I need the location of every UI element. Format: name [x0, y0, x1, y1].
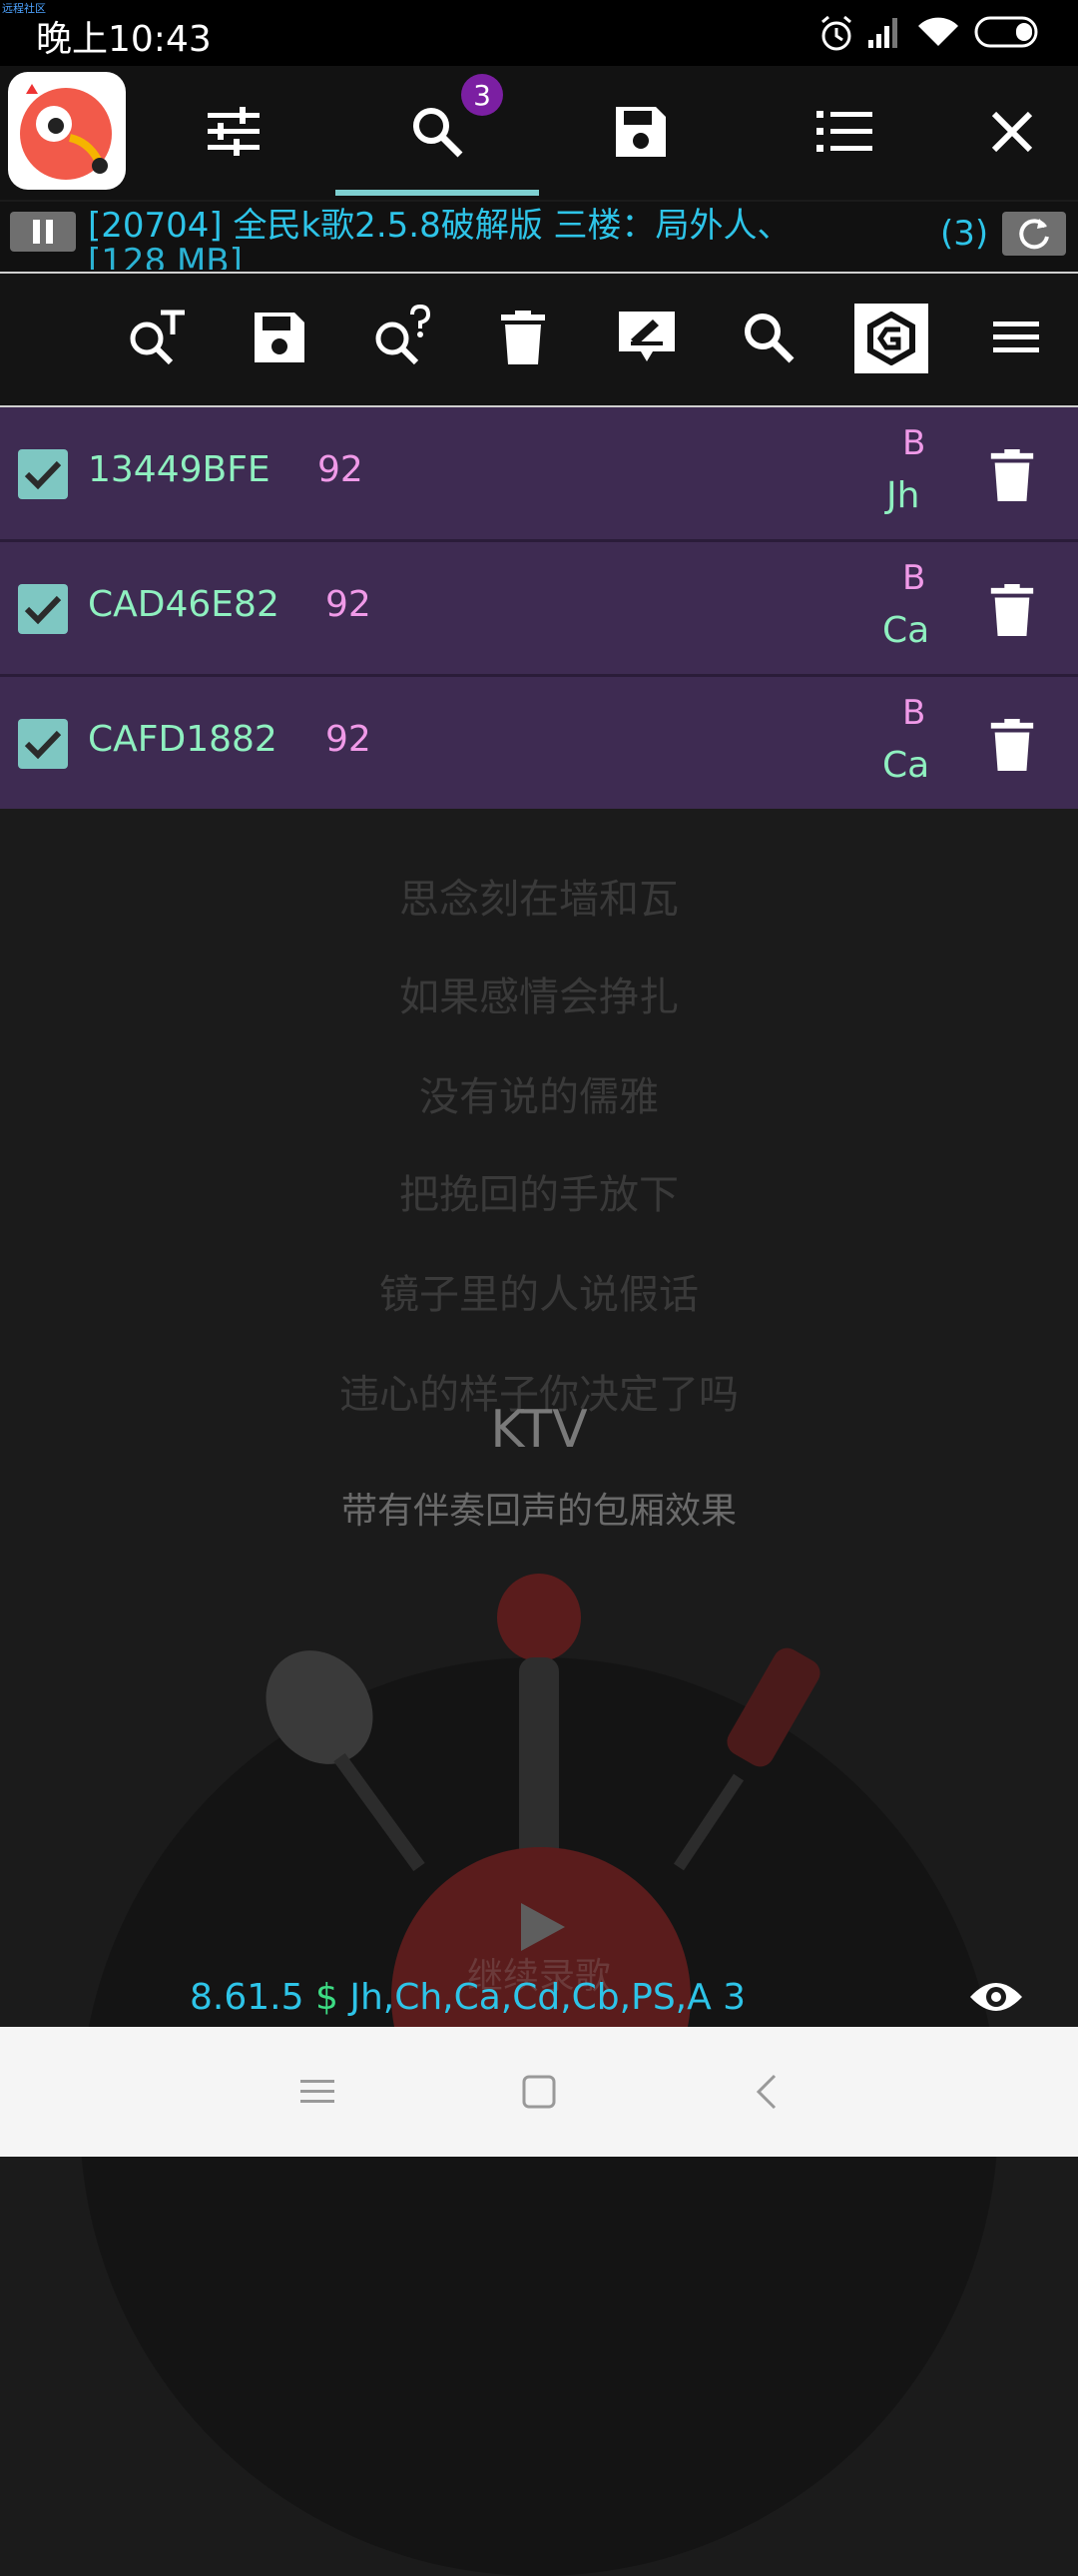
result-row[interactable]: 13449BFE 92 B Jh: [0, 407, 1078, 542]
battery-icon: [974, 16, 1038, 48]
lyric-line: 思念刻在墙和瓦: [399, 877, 679, 923]
trash-icon[interactable]: [988, 584, 1036, 636]
effect-title: KTV: [490, 1400, 588, 1460]
nav-back-button[interactable]: [737, 2067, 797, 2117]
gg-logo-icon: [867, 312, 915, 365]
result-count: (3): [940, 214, 989, 254]
row-region: Ca: [882, 745, 930, 786]
row-checkbox[interactable]: [18, 449, 68, 499]
edit-bubble-icon: [619, 312, 675, 361]
check-icon: [24, 595, 62, 625]
settings-sliders-button[interactable]: [194, 96, 273, 168]
menu-icon: [300, 2080, 334, 2103]
row-value[interactable]: 92: [317, 449, 363, 490]
condenser-microphone-icon: [674, 1647, 820, 1871]
trash-icon[interactable]: [988, 449, 1036, 501]
row-address[interactable]: CAD46E82: [88, 584, 279, 625]
karaoke-app-icon: [20, 84, 112, 180]
hamburger-menu-icon: [993, 322, 1039, 352]
gg-logo-button[interactable]: [854, 304, 928, 373]
row-address[interactable]: 13449BFE: [88, 449, 270, 490]
search-icon: [745, 314, 795, 363]
signal-icon: [868, 18, 897, 48]
wifi-icon: [918, 17, 958, 46]
version-info: 8.61.5 $ Jh,Ch,Ca,Cd,Cb,PS,A 3: [190, 1977, 746, 2018]
result-row[interactable]: CAD46E82 92 B Ca: [0, 542, 1078, 677]
back-chevron-icon: [756, 2074, 777, 2110]
list-icon: [816, 111, 872, 152]
edit-value-button[interactable]: [609, 300, 685, 375]
floppy-disk-icon: [255, 313, 304, 362]
dollar-sign: $: [314, 1977, 338, 2018]
status-time: 晚上10:43: [36, 19, 212, 60]
row-type: B: [902, 558, 926, 598]
row-address[interactable]: CAFD1882: [88, 719, 277, 760]
lyric-line: 没有说的儒雅: [419, 1074, 659, 1120]
row-type: B: [902, 693, 926, 733]
home-square-icon: [522, 2075, 556, 2109]
list-button[interactable]: [805, 96, 884, 168]
lyric-line: 把挽回的手放下: [399, 1172, 679, 1218]
refresh-button[interactable]: [1002, 212, 1066, 256]
nav-home-button[interactable]: [509, 2067, 569, 2117]
search-question-icon: [375, 305, 431, 365]
close-icon: [991, 111, 1033, 153]
pause-button[interactable]: [10, 212, 76, 252]
search-count-badge: 3: [461, 74, 503, 116]
row-type: B: [902, 423, 926, 463]
alarm-icon: [821, 15, 851, 51]
fuzzy-search-button[interactable]: [363, 300, 439, 375]
row-region: Ca: [882, 610, 930, 651]
search-text-icon: [130, 310, 185, 365]
row-value[interactable]: 92: [325, 719, 371, 760]
save-results-button[interactable]: [242, 300, 317, 375]
process-title: [20704] 全民k歌2.5.8破解版 三楼：局外人、: [88, 206, 792, 246]
close-button[interactable]: [972, 96, 1052, 168]
floppy-disk-icon: [616, 107, 666, 157]
row-value[interactable]: 92: [325, 584, 371, 625]
save-button[interactable]: [601, 96, 681, 168]
row-checkbox[interactable]: [18, 584, 68, 634]
pause-icon: [33, 220, 53, 244]
search-icon: [413, 108, 463, 158]
check-icon: [24, 730, 62, 760]
row-region: Jh: [886, 475, 920, 516]
app-logo[interactable]: [8, 72, 126, 190]
menu-button[interactable]: [978, 300, 1054, 375]
trash-icon: [501, 311, 545, 364]
search-button[interactable]: [731, 300, 807, 375]
version-number: 8.61.5: [190, 1977, 304, 2018]
process-size: [128 MB]: [88, 244, 243, 270]
effect-description: 带有伴奏回声的包厢效果: [340, 1491, 737, 1532]
check-icon: [24, 460, 62, 490]
text-search-button[interactable]: [118, 300, 194, 375]
refresh-icon: [1019, 219, 1049, 250]
trash-icon[interactable]: [988, 719, 1036, 771]
eye-icon[interactable]: [968, 1977, 1024, 2017]
vintage-microphone-icon: [266, 1650, 425, 1872]
main-toolbar: [0, 66, 1078, 200]
nav-menu-button[interactable]: [287, 2067, 347, 2117]
region-tags: Jh,Ch,Ca,Cd,Cb,PS,A 3: [349, 1977, 747, 2018]
row-checkbox[interactable]: [18, 719, 68, 769]
lyric-line: 如果感情会挣扎: [399, 974, 679, 1020]
lyric-line: 镜子里的人说假话: [379, 1272, 699, 1318]
sliders-icon: [208, 107, 260, 156]
result-row[interactable]: CAFD1882 92 B Ca: [0, 677, 1078, 809]
delete-all-button[interactable]: [485, 300, 561, 375]
active-tab-indicator: [335, 190, 539, 196]
